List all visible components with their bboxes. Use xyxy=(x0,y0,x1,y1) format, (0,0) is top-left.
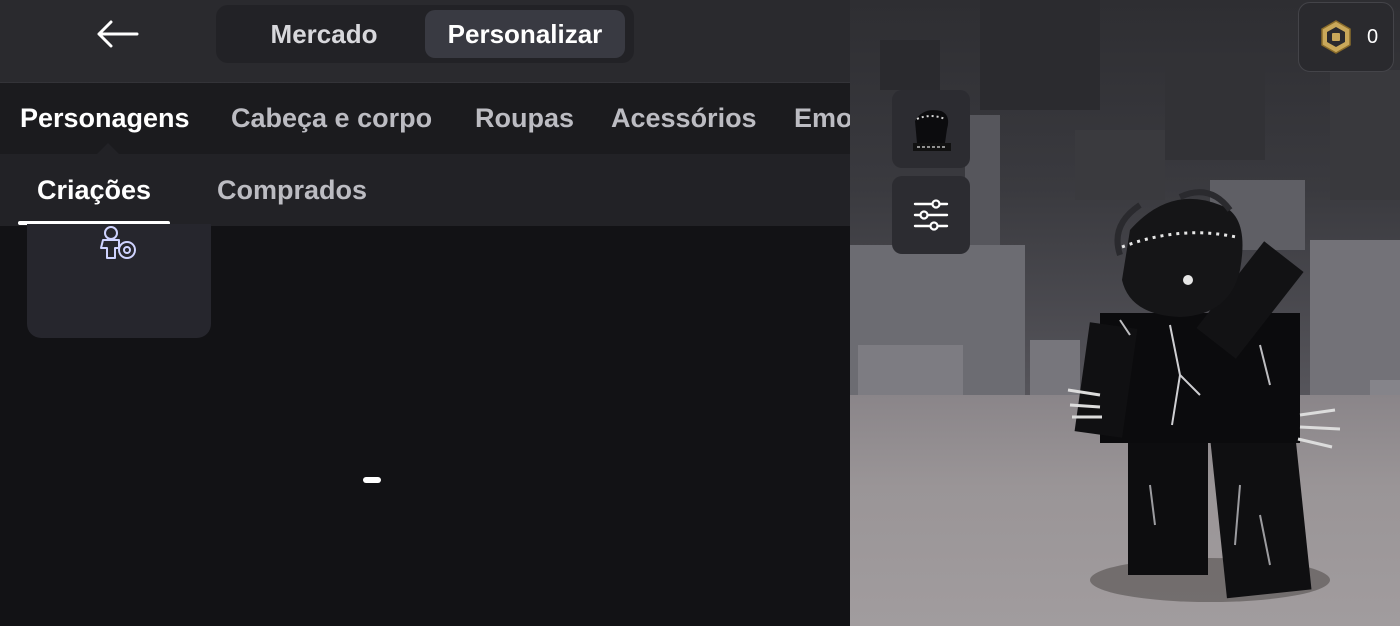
scene-block xyxy=(1165,65,1265,160)
tab-mercado[interactable]: Mercado xyxy=(224,10,424,58)
active-category-caret xyxy=(97,143,119,154)
items-grid xyxy=(0,224,850,626)
category-acessorios[interactable]: Acessórios xyxy=(611,103,757,134)
subtab-comprados[interactable]: Comprados xyxy=(217,175,367,206)
robux-amount: 0 xyxy=(1367,25,1379,48)
avatar-model[interactable] xyxy=(1060,185,1350,615)
loading-indicator xyxy=(363,477,381,483)
sub-tabs: Criações Comprados xyxy=(0,154,850,226)
filter-button[interactable] xyxy=(892,176,970,254)
top-bar: Mercado Personalizar xyxy=(0,0,850,82)
tab-personalizar[interactable]: Personalizar xyxy=(425,10,625,58)
back-button[interactable] xyxy=(92,14,142,54)
avatar-thumbnail-button[interactable] xyxy=(892,90,970,168)
robux-balance[interactable]: 0 xyxy=(1298,2,1394,72)
scene-block xyxy=(980,0,1100,110)
category-roupas[interactable]: Roupas xyxy=(475,103,574,134)
create-character-card[interactable] xyxy=(27,224,211,338)
subtab-criacoes[interactable]: Criações xyxy=(37,175,151,206)
category-personagens[interactable]: Personagens xyxy=(20,103,190,134)
avatar-thumbnail-icon xyxy=(913,110,951,151)
arrow-left-icon xyxy=(97,20,139,48)
mode-segmented-control: Mercado Personalizar xyxy=(216,5,634,63)
character-settings-icon xyxy=(100,226,136,259)
robux-icon xyxy=(1321,20,1351,54)
category-tabs: Personagens Cabeça e corpo Roupas Acessó… xyxy=(0,83,850,154)
scene-block xyxy=(1330,70,1400,200)
scene-block xyxy=(965,115,1000,245)
category-cabeca-e-corpo[interactable]: Cabeça e corpo xyxy=(231,103,432,134)
scene-block xyxy=(880,40,940,90)
sliders-icon xyxy=(913,199,949,231)
category-emotes[interactable]: Emo xyxy=(794,103,850,134)
